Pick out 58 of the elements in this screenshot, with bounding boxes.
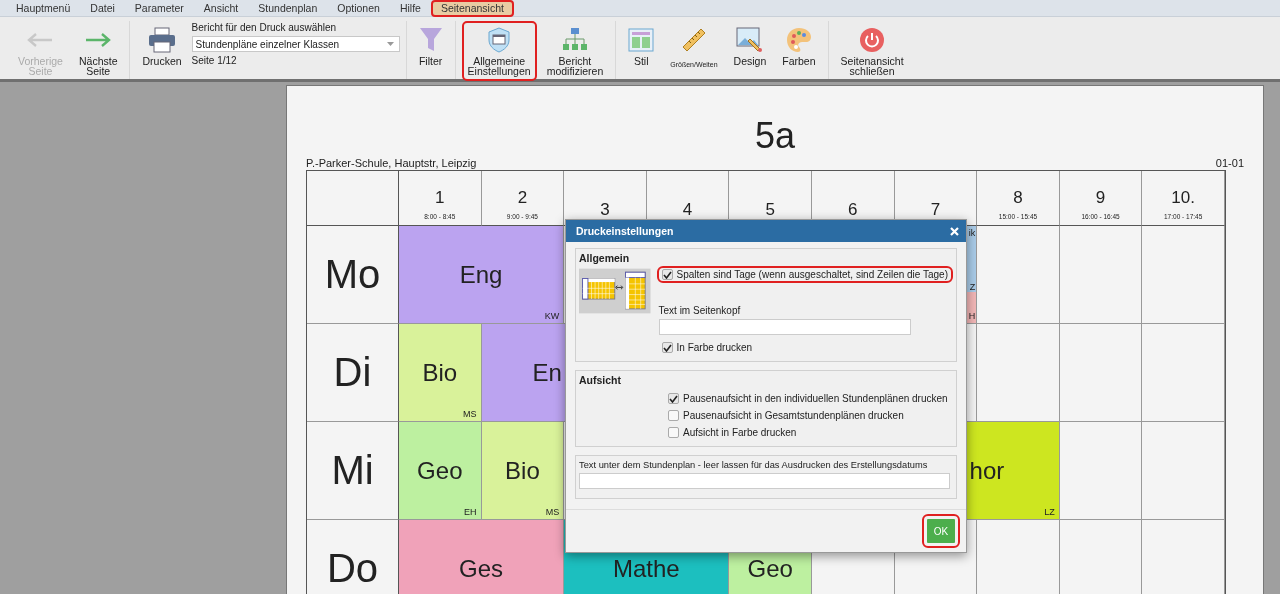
teacher-code: LZ: [1044, 507, 1055, 517]
menu-item[interactable]: Parameter: [124, 0, 194, 17]
section-heading: Aufsicht: [579, 374, 622, 386]
lesson-block: Bio MS: [481, 422, 565, 520]
toolbar-button[interactable]: Nächste Seite: [72, 21, 124, 81]
checkbox-option[interactable]: In Farbe drucken: [656, 339, 758, 356]
period-number: 5: [765, 199, 775, 221]
dialog-title: Druckeinstellungen: [576, 225, 674, 237]
page-code: 01-01: [1215, 157, 1244, 170]
toolbar-button[interactable]: Seitenansicht schließen: [834, 21, 910, 81]
report-label: Bericht für den Druck auswählen: [191, 22, 338, 33]
day-label: Mo: [324, 252, 381, 297]
menu-item[interactable]: Optionen: [327, 0, 390, 17]
day-label: Di: [333, 350, 372, 395]
period-number: 1: [435, 187, 445, 209]
lesson-block: Ges: [399, 520, 565, 594]
teacher-code: H: [968, 311, 976, 321]
toolbar-button[interactable]: Bericht modifizieren: [540, 21, 610, 81]
period-number: 8: [1013, 187, 1023, 209]
period-number: 6: [848, 199, 858, 221]
page-title: 5a: [753, 114, 796, 156]
lesson-block: Bio MS: [399, 324, 482, 422]
teacher-code: MS: [463, 409, 477, 419]
toolbar-button[interactable]: Filter: [412, 21, 449, 79]
toolbar-button[interactable]: Farben: [776, 21, 822, 79]
period-number: 10.: [1171, 187, 1195, 209]
teacher-code: EH: [464, 507, 477, 517]
menu-item[interactable]: Datei: [80, 0, 125, 17]
checkbox-option[interactable]: Pausenaufsicht in den individuellen Stundenplänen drucken: [663, 390, 953, 407]
page-indicator: Seite 1/12: [191, 55, 238, 66]
checkbox-option[interactable]: Pausenaufsicht in Gesamtstundenplänen drucken: [663, 407, 953, 424]
lesson-subject: ik: [968, 228, 976, 238]
day-label: Do: [326, 546, 379, 591]
period-number: 9: [1095, 187, 1106, 209]
teacher-code: MS: [545, 507, 560, 517]
field-label: Text im Seitenkopf: [657, 305, 741, 317]
toolbar-button[interactable]: Drucken: [136, 21, 188, 79]
lesson-block: Eng KW: [399, 226, 565, 324]
menu-item[interactable]: Hilfe: [389, 0, 431, 17]
period-number: 4: [682, 199, 693, 221]
toolbar-button[interactable]: Stil: [622, 21, 661, 79]
teacher-code: Z: [969, 282, 976, 292]
section-heading: Allgemein: [579, 252, 631, 264]
report-select[interactable]: Stundenpläne einzelner Klassen: [191, 36, 400, 52]
menu-item[interactable]: Hauptmenü: [6, 0, 81, 17]
period-number: 3: [600, 199, 610, 221]
toolbar-button[interactable]: Design: [727, 21, 773, 79]
teacher-code: KW: [544, 311, 560, 321]
day-label: Mi: [331, 448, 374, 493]
menu-item[interactable]: Ansicht: [193, 0, 249, 17]
period-number: 7: [930, 199, 941, 221]
menu-item[interactable]: Stundenplan: [248, 0, 328, 17]
school-name: P.-Parker-Schule, Hauptstr, Leipzig: [306, 157, 477, 170]
checkbox-option[interactable]: Spalten sind Tage (wenn ausgeschaltet, sind Zeilen die Tage): [656, 266, 953, 283]
menu-item[interactable]: Seitenansicht: [430, 0, 514, 17]
period-number: 2: [517, 187, 528, 209]
toolbar-button[interactable]: Allgemeine Einstellungen: [461, 21, 537, 81]
lesson-block: Geo EH: [399, 422, 482, 520]
